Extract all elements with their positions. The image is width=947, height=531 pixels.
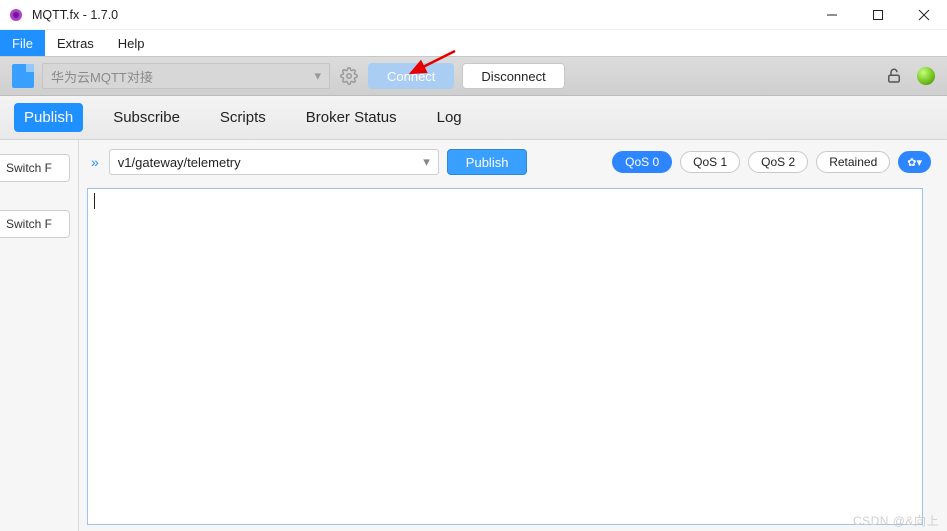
lock-icon xyxy=(885,67,903,85)
window-title: MQTT.fx - 1.7.0 xyxy=(32,8,118,22)
tab-log[interactable]: Log xyxy=(427,103,472,132)
profile-select[interactable]: 华为云MQTT对接 ▾ xyxy=(42,63,330,89)
main-area: Switch F Switch F » v1/gateway/telemetry… xyxy=(0,140,947,531)
text-cursor xyxy=(94,193,95,209)
retained-button[interactable]: Retained xyxy=(816,151,890,173)
connection-bar: 华为云MQTT对接 ▾ Connect Disconnect xyxy=(0,56,947,96)
titlebar: MQTT.fx - 1.7.0 xyxy=(0,0,947,30)
topic-input[interactable]: v1/gateway/telemetry ▾ xyxy=(109,149,439,175)
publish-toolbar: » v1/gateway/telemetry ▾ Publish QoS 0 Q… xyxy=(79,140,941,184)
qos-2-button[interactable]: QoS 2 xyxy=(748,151,808,173)
tab-subscribe[interactable]: Subscribe xyxy=(103,103,190,132)
publish-button[interactable]: Publish xyxy=(447,149,528,175)
app-icon xyxy=(8,7,24,23)
tab-scripts[interactable]: Scripts xyxy=(210,103,276,132)
topic-value: v1/gateway/telemetry xyxy=(118,155,241,170)
qos-1-button[interactable]: QoS 1 xyxy=(680,151,740,173)
connect-button[interactable]: Connect xyxy=(368,63,454,89)
left-panel: Switch F Switch F xyxy=(0,154,70,266)
tabs: Publish Subscribe Scripts Broker Status … xyxy=(0,96,947,140)
profile-file-icon[interactable] xyxy=(12,64,34,88)
disconnect-button[interactable]: Disconnect xyxy=(462,63,564,89)
menu-extras[interactable]: Extras xyxy=(45,30,106,56)
maximize-button[interactable] xyxy=(855,0,901,30)
expand-icon[interactable]: » xyxy=(89,154,101,170)
tab-publish[interactable]: Publish xyxy=(14,103,83,132)
chevron-down-icon: ▾ xyxy=(314,68,321,84)
minimize-button[interactable] xyxy=(809,0,855,30)
publish-panel: » v1/gateway/telemetry ▾ Publish QoS 0 Q… xyxy=(78,140,941,531)
tab-broker-status[interactable]: Broker Status xyxy=(296,103,407,132)
menubar: File Extras Help xyxy=(0,30,947,56)
chevron-down-icon: ▾ xyxy=(423,154,430,170)
switch-button-1[interactable]: Switch F xyxy=(0,154,70,182)
menu-help[interactable]: Help xyxy=(106,30,157,56)
switch-button-2[interactable]: Switch F xyxy=(0,210,70,238)
menu-file[interactable]: File xyxy=(0,30,45,56)
profile-name: 华为云MQTT对接 xyxy=(51,67,153,86)
qos-0-button[interactable]: QoS 0 xyxy=(612,151,672,173)
settings-gear-icon[interactable] xyxy=(338,65,360,87)
connection-status-indicator xyxy=(917,67,935,85)
publish-options-button[interactable]: ✿▾ xyxy=(898,151,931,173)
watermark: CSDN @&向上 xyxy=(853,512,939,529)
payload-textarea[interactable] xyxy=(87,188,923,525)
close-button[interactable] xyxy=(901,0,947,30)
